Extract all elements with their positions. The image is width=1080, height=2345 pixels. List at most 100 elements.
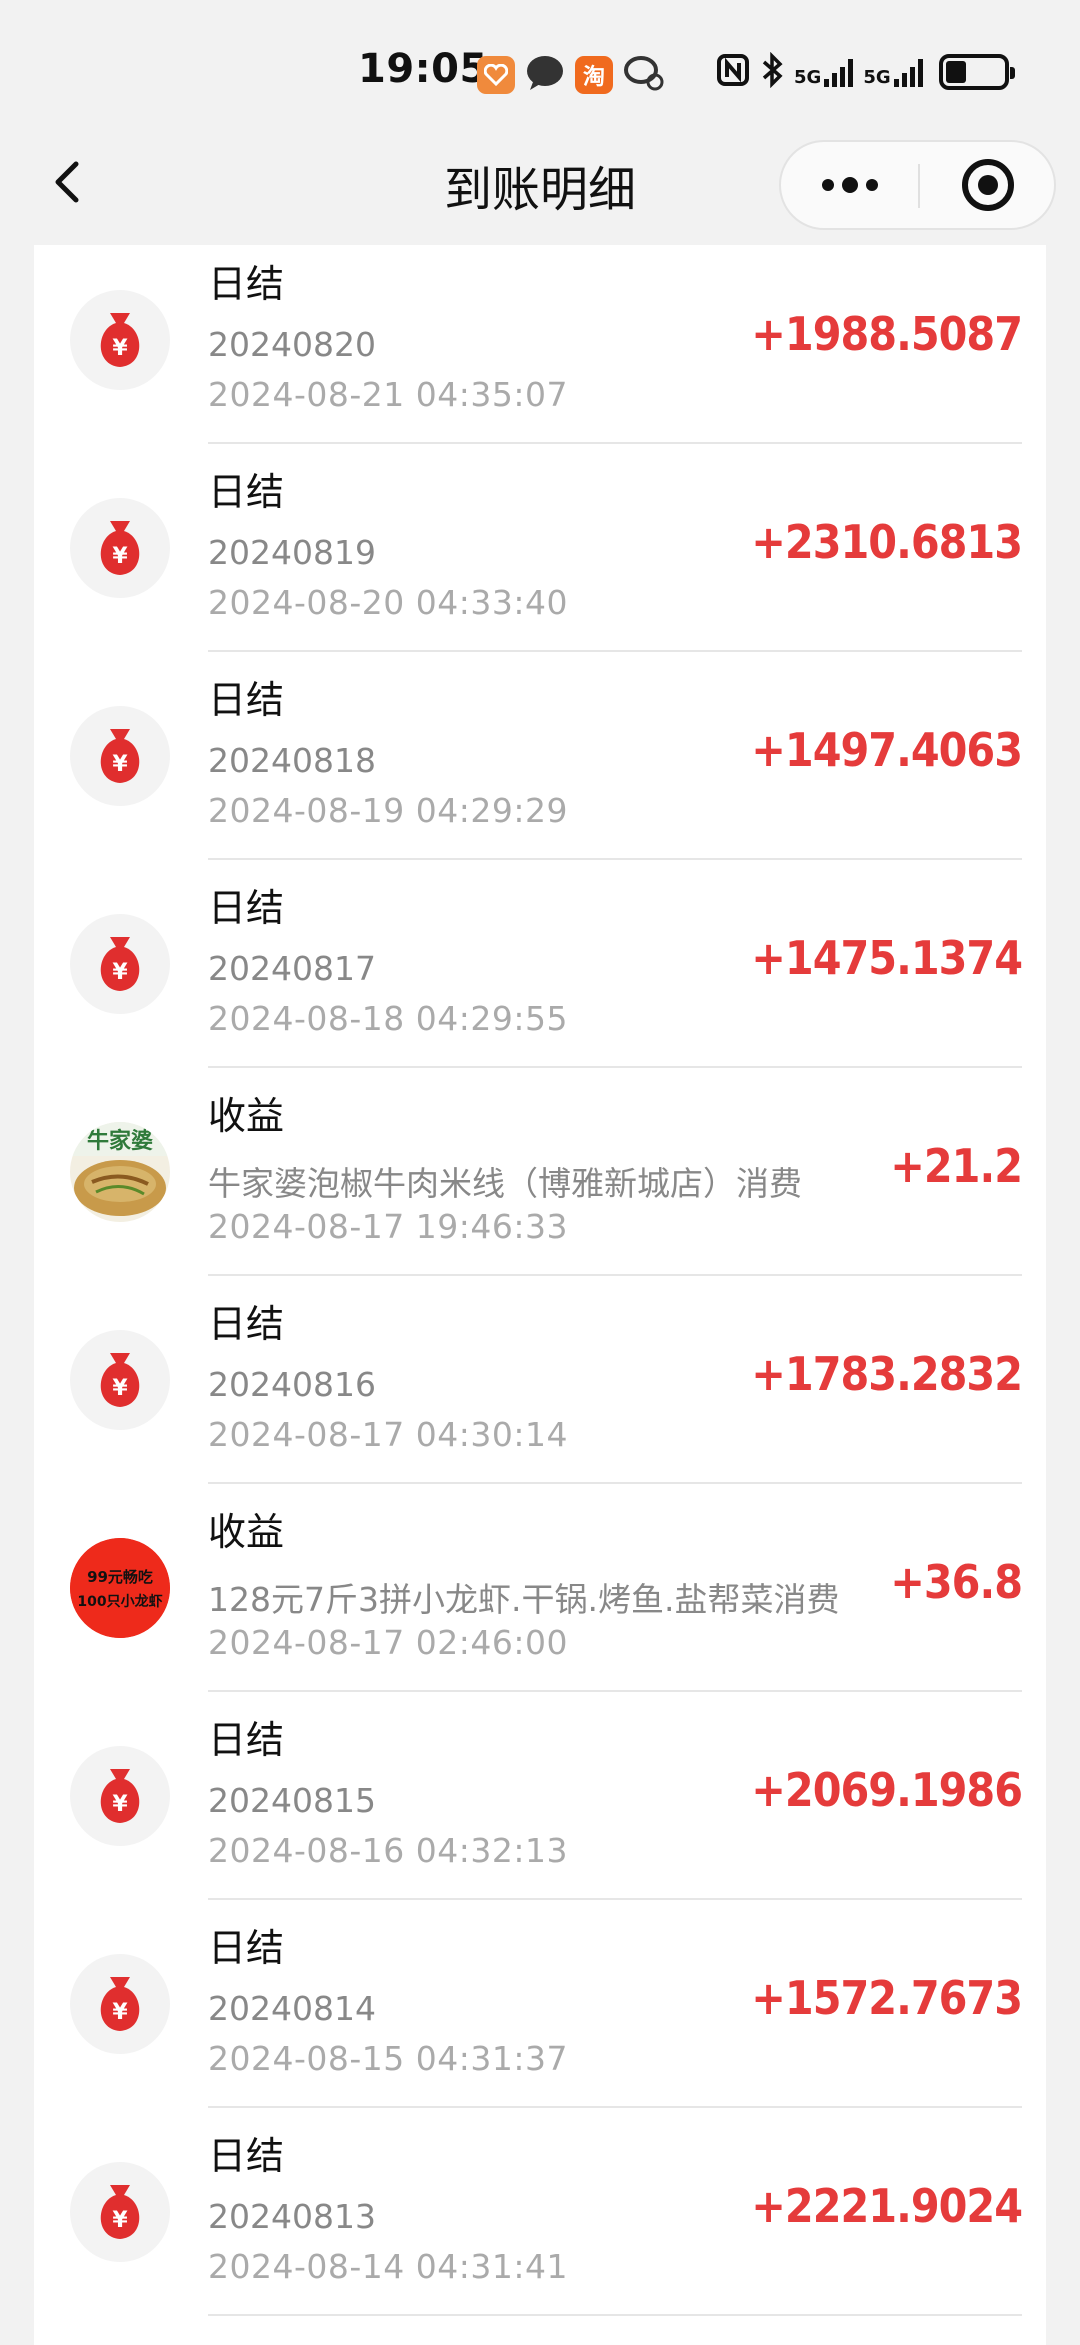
- heart-app-icon: [477, 56, 515, 94]
- list-item[interactable]: 99元畅吃 100只小龙虾 收益 128元7斤3拼小龙虾.干锅.烤鱼.盐帮菜消费…: [34, 1493, 1046, 1701]
- record-list: ¥ 日结 20240820 2024-08-21 04:35:07 +1988.…: [34, 245, 1046, 2345]
- divider: [208, 1898, 1022, 1900]
- record-time: 2024-08-19 04:29:29: [208, 791, 568, 830]
- record-desc: 20240816: [208, 1365, 376, 1404]
- money-bag-icon: ¥: [70, 290, 170, 390]
- money-bag-icon: ¥: [70, 1330, 170, 1430]
- record-amount: +1988.5087: [751, 307, 1023, 361]
- taobao-glyph: 淘: [582, 65, 605, 90]
- shop-2-logo-line2: 100只小龙虾: [77, 1593, 162, 1610]
- list-item[interactable]: ¥ 日结 20240814 2024-08-15 04:31:37 +1572.…: [34, 1909, 1046, 2117]
- divider: [208, 1066, 1022, 1068]
- network-label-1: 5G: [794, 67, 822, 88]
- record-amount: +36.8: [890, 1555, 1023, 1609]
- list-item[interactable]: ¥ 日结 20240817 2024-08-18 04:29:55 +1475.…: [34, 869, 1046, 1077]
- record-title: 收益: [208, 1510, 285, 1554]
- svg-text:¥: ¥: [112, 752, 128, 777]
- record-desc: 20240819: [208, 533, 376, 572]
- record-time: 2024-08-16 04:32:13: [208, 1831, 568, 1870]
- record-title: 日结: [208, 1302, 285, 1346]
- divider: [208, 1274, 1022, 1276]
- record-amount: +21.2: [890, 1139, 1023, 1193]
- divider: [208, 650, 1022, 652]
- record-time: 2024-08-15 04:31:37: [208, 2039, 568, 2078]
- record-amount: +1783.2832: [751, 1347, 1023, 1401]
- svg-text:¥: ¥: [112, 544, 128, 569]
- status-time: 19:05: [358, 46, 488, 92]
- list-item[interactable]: ¥ 日结 20240815 2024-08-16 04:32:13 +2069.…: [34, 1701, 1046, 1909]
- record-amount: +1497.4063: [751, 723, 1023, 777]
- divider: [208, 2314, 1022, 2316]
- record-time: 2024-08-14 04:31:41: [208, 2247, 568, 2286]
- shop-2-logo-line1: 99元畅吃: [87, 1568, 153, 1586]
- record-time: 2024-08-21 04:35:07: [208, 375, 568, 414]
- svg-text:¥: ¥: [112, 1376, 128, 1401]
- taobao-icon: 淘: [575, 56, 613, 94]
- status-bar: 19:05 淘 5G 5G: [0, 0, 1080, 130]
- close-mini-program-button[interactable]: [919, 142, 1056, 228]
- list-item[interactable]: 牛家婆 收益 牛家婆泡椒牛肉米线（博雅新城店）消费 2024-08-17 19:…: [34, 1077, 1046, 1285]
- record-title: 日结: [208, 262, 285, 306]
- svg-text:¥: ¥: [112, 960, 128, 985]
- divider: [208, 2106, 1022, 2108]
- shop-thumbnail: 99元畅吃 100只小龙虾: [70, 1538, 170, 1638]
- shop-thumbnail: 牛家婆: [70, 1122, 170, 1222]
- record-title: 日结: [208, 886, 285, 930]
- mini-program-capsule: [779, 140, 1056, 230]
- record-time: 2024-08-17 19:46:33: [208, 1207, 568, 1246]
- svg-text:¥: ¥: [112, 2208, 128, 2233]
- divider: [208, 1482, 1022, 1484]
- network-label-2: 5G: [863, 67, 891, 88]
- money-bag-icon: ¥: [70, 2162, 170, 2262]
- nfc-icon: [716, 53, 750, 91]
- divider: [208, 858, 1022, 860]
- record-time: 2024-08-17 02:46:00: [208, 1623, 568, 1662]
- money-bag-icon: ¥: [70, 498, 170, 598]
- money-bag-icon: ¥: [70, 1746, 170, 1846]
- record-desc: 牛家婆泡椒牛肉米线（博雅新城店）消费: [208, 1164, 802, 1203]
- record-amount: +2069.1986: [751, 1763, 1023, 1817]
- record-desc: 20240817: [208, 949, 376, 988]
- record-desc: 128元7斤3拼小龙虾.干锅.烤鱼.盐帮菜消费: [208, 1580, 840, 1619]
- record-title: 日结: [208, 678, 285, 722]
- money-bag-icon: ¥: [70, 706, 170, 806]
- navigation-bar: 到账明细: [0, 130, 1080, 240]
- record-amount: +2310.6813: [751, 515, 1023, 569]
- list-item[interactable]: ¥ 日结 20240820 2024-08-21 04:35:07 +1988.…: [34, 245, 1046, 453]
- list-item[interactable]: ¥ 日结 20240813 2024-08-14 04:31:41 +2221.…: [34, 2117, 1046, 2325]
- svg-text:¥: ¥: [112, 1792, 128, 1817]
- record-time: 2024-08-18 04:29:55: [208, 999, 568, 1038]
- notification-icons: 淘: [477, 54, 667, 96]
- divider: [208, 1690, 1022, 1692]
- list-item[interactable]: ¥ 日结 20240816 2024-08-17 04:30:14 +1783.…: [34, 1285, 1046, 1493]
- record-desc: 20240820: [208, 325, 376, 364]
- svg-text:¥: ¥: [112, 2000, 128, 2025]
- record-desc: 20240818: [208, 741, 376, 780]
- chat-bubble-icon: [525, 54, 565, 96]
- record-desc: 20240815: [208, 1781, 376, 1820]
- record-amount: +1475.1374: [751, 931, 1023, 985]
- money-bag-icon: ¥: [70, 914, 170, 1014]
- record-amount: +1572.7673: [751, 1971, 1023, 2025]
- list-item[interactable]: ¥ 日结 20240819 2024-08-20 04:33:40 +2310.…: [34, 453, 1046, 661]
- record-title: 收益: [208, 1094, 285, 1138]
- more-button[interactable]: [781, 142, 919, 228]
- messages-icon: [623, 54, 667, 96]
- signal-1-icon: 5G: [794, 57, 854, 88]
- bluetooth-icon: [760, 51, 784, 92]
- target-icon: [961, 159, 1014, 211]
- shop-1-logo-text: 牛家婆: [87, 1128, 153, 1154]
- record-title: 日结: [208, 1718, 285, 1762]
- record-desc: 20240814: [208, 1989, 376, 2028]
- svg-text:¥: ¥: [112, 336, 128, 361]
- record-time: 2024-08-20 04:33:40: [208, 583, 568, 622]
- record-title-partial: 日结: [208, 2335, 284, 2345]
- system-icons: 5G 5G: [716, 51, 1015, 92]
- record-title: 日结: [208, 2134, 285, 2178]
- money-bag-icon: ¥: [70, 1954, 170, 2054]
- record-desc: 20240813: [208, 2197, 376, 2236]
- divider: [208, 442, 1022, 444]
- list-item[interactable]: ¥ 日结 20240818 2024-08-19 04:29:29 +1497.…: [34, 661, 1046, 869]
- record-title: 日结: [208, 470, 285, 514]
- signal-2-icon: 5G: [863, 57, 923, 88]
